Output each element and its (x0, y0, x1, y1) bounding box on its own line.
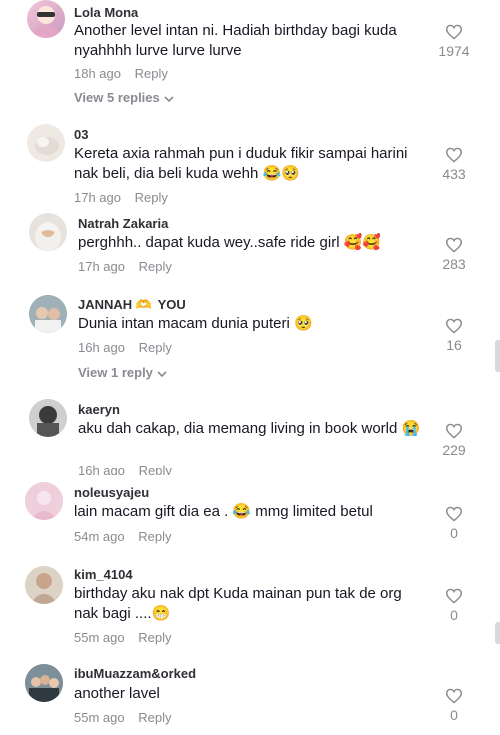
like-count: 433 (442, 166, 466, 182)
reply-button[interactable]: Reply (135, 190, 168, 205)
heart-outline-icon (445, 318, 463, 334)
comment-meta: 17h ago Reply (78, 259, 172, 274)
like-count: 16 (446, 337, 462, 353)
chevron-down-icon (157, 366, 167, 381)
reply-button[interactable]: Reply (135, 66, 168, 81)
like-button[interactable]: 0 (429, 588, 479, 623)
like-count: 229 (442, 442, 466, 458)
like-button[interactable]: 0 (429, 688, 479, 723)
avatar[interactable] (29, 399, 67, 437)
comment-time: 17h ago (74, 190, 121, 205)
comment-item: kaeryn aku dah cakap, dia memang living … (0, 399, 500, 475)
comment-text: Dunia intan macam dunia puteri 🥺 (78, 315, 313, 332)
comment-meta: 55m ago Reply (74, 630, 171, 645)
avatar[interactable] (25, 664, 63, 702)
comment-meta: 55m ago Reply (74, 710, 171, 725)
comment-time: 55m ago (74, 630, 125, 645)
comment-meta: 17h ago Reply (74, 190, 168, 205)
comment-username[interactable]: Lola Mona (74, 5, 138, 20)
comment-username[interactable]: JANNAH 🫶 YOU (78, 297, 186, 313)
comment-time: 16h ago (78, 340, 125, 355)
like-button[interactable]: 16 (429, 318, 479, 353)
like-count: 1974 (438, 43, 470, 59)
comment-meta: 16h ago Reply (78, 340, 172, 355)
comment-username[interactable]: 03 (74, 127, 88, 142)
like-count: 0 (450, 525, 458, 541)
comment-meta: 18h ago Reply (74, 66, 168, 81)
comment-meta: 16h ago Reply (78, 463, 172, 475)
comment-meta: 54m ago Reply (74, 529, 171, 544)
view-replies-label: View 1 reply (78, 365, 153, 380)
chevron-down-icon (164, 91, 174, 106)
heart-outline-icon (445, 24, 463, 40)
you-badge: YOU (157, 297, 186, 312)
like-button[interactable]: 229 (429, 423, 479, 458)
like-button[interactable]: 283 (429, 237, 479, 272)
heart-outline-icon (445, 588, 463, 604)
avatar[interactable] (27, 0, 65, 38)
reply-button[interactable]: Reply (139, 259, 172, 274)
avatar[interactable] (25, 566, 63, 604)
view-replies-button[interactable]: View 5 replies (74, 90, 174, 106)
avatar[interactable] (27, 124, 65, 162)
heart-outline-icon (445, 688, 463, 704)
scroll-handle[interactable] (495, 340, 500, 372)
comment-text: Kereta axia rahmah pun i duduk fikir sam… (74, 145, 408, 182)
avatar[interactable] (29, 213, 67, 251)
reply-button[interactable]: Reply (138, 529, 171, 544)
like-button[interactable]: 1974 (429, 24, 479, 59)
heart-outline-icon (445, 237, 463, 253)
like-count: 0 (450, 607, 458, 623)
comment-time: 16h ago (78, 463, 125, 475)
comment-time: 18h ago (74, 66, 121, 81)
avatar[interactable] (25, 482, 63, 520)
heart-outline-icon (445, 147, 463, 163)
comment-time: 54m ago (74, 529, 125, 544)
username-label: JANNAH 🫶 (78, 297, 152, 312)
like-count: 0 (450, 707, 458, 723)
comment-username[interactable]: kaeryn (78, 402, 120, 417)
comment-text: perghhh.. dapat kuda wey..safe ride girl… (78, 234, 382, 251)
comment-text: birthday aku nak dpt Kuda mainan pun tak… (74, 585, 402, 622)
comment-text: lain macam gift dia ea . 😂 mmg limited b… (74, 503, 373, 520)
comment-text: Another level intan ni. Hadiah birthday … (74, 22, 397, 59)
heart-outline-icon (445, 506, 463, 522)
view-replies-button[interactable]: View 1 reply (78, 365, 167, 381)
comment-time: 55m ago (74, 710, 125, 725)
reply-button[interactable]: Reply (138, 710, 171, 725)
comment-username[interactable]: Natrah Zakaria (78, 216, 168, 231)
view-replies-label: View 5 replies (74, 90, 160, 105)
reply-button[interactable]: Reply (139, 463, 172, 475)
scroll-handle[interactable] (495, 622, 500, 644)
comment-username[interactable]: noleusyajeu (74, 485, 149, 500)
comment-text: aku dah cakap, dia memang living in book… (78, 420, 421, 437)
heart-outline-icon (445, 423, 463, 439)
comment-username[interactable]: kim_4104 (74, 567, 133, 582)
comment-time: 17h ago (78, 259, 125, 274)
reply-button[interactable]: Reply (139, 340, 172, 355)
reply-button[interactable]: Reply (138, 630, 171, 645)
avatar[interactable] (29, 295, 67, 333)
like-count: 283 (442, 256, 466, 272)
like-button[interactable]: 433 (429, 147, 479, 182)
comment-username[interactable]: ibuMuazzam&orked (74, 666, 196, 681)
comment-text: another lavel (74, 685, 160, 702)
like-button[interactable]: 0 (429, 506, 479, 541)
